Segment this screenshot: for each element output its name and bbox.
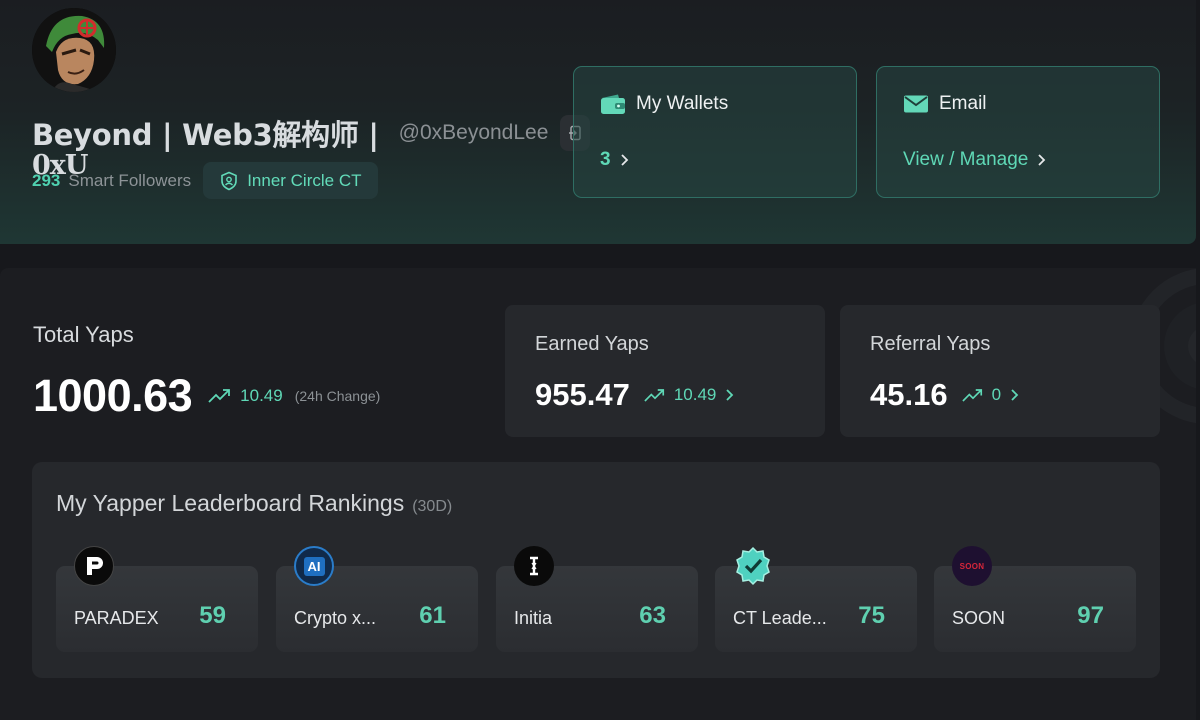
ranking-card-initia[interactable]: Initia 63	[496, 546, 698, 652]
leaderboard-period: (30D)	[412, 498, 453, 515]
ct-leaderboard-logo-icon	[733, 546, 773, 586]
display-name: Beyond | Web3解构师 |	[32, 118, 379, 152]
avatar[interactable]	[32, 8, 116, 92]
ranking-name: PARADEX	[74, 608, 159, 628]
earned-yaps-title: Earned Yaps	[535, 333, 649, 355]
badge-label: Inner Circle CT	[247, 170, 362, 190]
chevron-right-icon	[1011, 389, 1019, 401]
wallets-title: My Wallets	[636, 93, 729, 114]
chevron-right-icon	[726, 389, 734, 401]
soon-logo-icon: SOON	[952, 546, 992, 586]
ranking-position: 59	[199, 602, 226, 629]
inner-circle-badge[interactable]: Inner Circle CT	[203, 162, 378, 199]
shield-user-icon	[221, 171, 237, 190]
email-manage-link[interactable]: View / Manage	[903, 149, 1046, 171]
total-yaps-change: 10.49	[208, 386, 283, 406]
referral-yaps-change-value: 0	[991, 385, 1002, 404]
referral-yaps-change[interactable]: 0	[961, 385, 1019, 405]
leaderboard-rankings-panel: My Yapper Leaderboard Rankings (30D) PAR…	[32, 462, 1160, 678]
ranking-position: 61	[419, 602, 446, 629]
display-name-overflow: 0xU	[32, 150, 88, 181]
ranking-position: 75	[858, 602, 885, 629]
wallets-count-link[interactable]: 3	[600, 149, 629, 171]
profile-header: Beyond | Web3解构师 | @0xBeyondLee 293 Smar…	[0, 0, 1196, 244]
ranking-name: CT Leade...	[733, 608, 827, 628]
email-card-header: Email	[903, 93, 987, 115]
email-card[interactable]: Email View / Manage	[876, 66, 1160, 198]
trending-up-icon	[961, 388, 982, 402]
ranking-position: 97	[1077, 602, 1104, 629]
ranking-name: SOON	[952, 608, 1006, 628]
ranking-name: Initia	[514, 608, 553, 628]
earned-yaps-row: 955.47 10.49	[535, 377, 734, 413]
leaderboard-title: My Yapper Leaderboard Rankings	[56, 490, 405, 516]
wallets-card[interactable]: My Wallets 3	[573, 66, 857, 198]
paradex-logo-icon	[74, 546, 114, 586]
referral-yaps-row: 45.16 0	[870, 377, 1019, 413]
trending-up-icon	[644, 388, 664, 402]
total-yaps-title: Total Yaps	[33, 322, 134, 347]
referral-yaps-title: Referral Yaps	[870, 333, 991, 355]
referral-yaps-card[interactable]: Referral Yaps 45.16 0	[840, 305, 1160, 437]
total-yaps-change-value: 10.49	[240, 386, 283, 405]
total-yaps-value: 1000.63	[33, 370, 193, 421]
referral-yaps-value: 45.16	[870, 377, 948, 412]
total-yaps-row: 1000.63 10.49 (24h Change)	[33, 370, 380, 422]
ranking-position: 63	[639, 602, 666, 629]
yaps-stats-panel: Total Yaps 1000.63 10.49 (24h Change) Ea…	[0, 268, 1196, 720]
crypto-ai-logo-icon: AI	[294, 546, 334, 586]
ranking-card-ct-leaderboard[interactable]: CT Leade... 75	[715, 546, 917, 652]
ranking-name: Crypto x...	[294, 608, 377, 628]
initia-logo-icon	[514, 546, 554, 586]
ranking-card-paradex[interactable]: PARADEX 59	[56, 546, 258, 652]
earned-yaps-value: 955.47	[535, 377, 630, 412]
leaderboard-title-row: My Yapper Leaderboard Rankings (30D)	[56, 490, 452, 517]
email-title: Email	[939, 93, 987, 114]
wallet-icon	[601, 94, 625, 114]
envelope-icon	[904, 95, 928, 113]
email-manage-label: View / Manage	[903, 149, 1029, 170]
earned-yaps-change[interactable]: 10.49	[644, 385, 735, 405]
wallets-count: 3	[600, 149, 611, 170]
earned-yaps-change-value: 10.49	[673, 385, 717, 404]
profile-handle[interactable]: @0xBeyondLee	[399, 121, 549, 145]
chevron-right-icon	[620, 154, 628, 166]
ranking-card-soon[interactable]: SOON SOON 97	[934, 546, 1136, 652]
earned-yaps-card[interactable]: Earned Yaps 955.47 10.49	[505, 305, 825, 437]
profile-name-row: Beyond | Web3解构师 | @0xBeyondLee	[32, 112, 591, 154]
trending-up-icon	[208, 389, 231, 403]
change-period-note: (24h Change)	[294, 388, 381, 404]
chevron-right-icon	[1038, 154, 1046, 166]
yaps-dashboard: Beyond | Web3解构师 | @0xBeyondLee 293 Smar…	[0, 0, 1200, 720]
wallets-card-header: My Wallets	[600, 93, 728, 115]
ranking-card-crypto-ai[interactable]: AI Crypto x... 61	[276, 546, 478, 652]
